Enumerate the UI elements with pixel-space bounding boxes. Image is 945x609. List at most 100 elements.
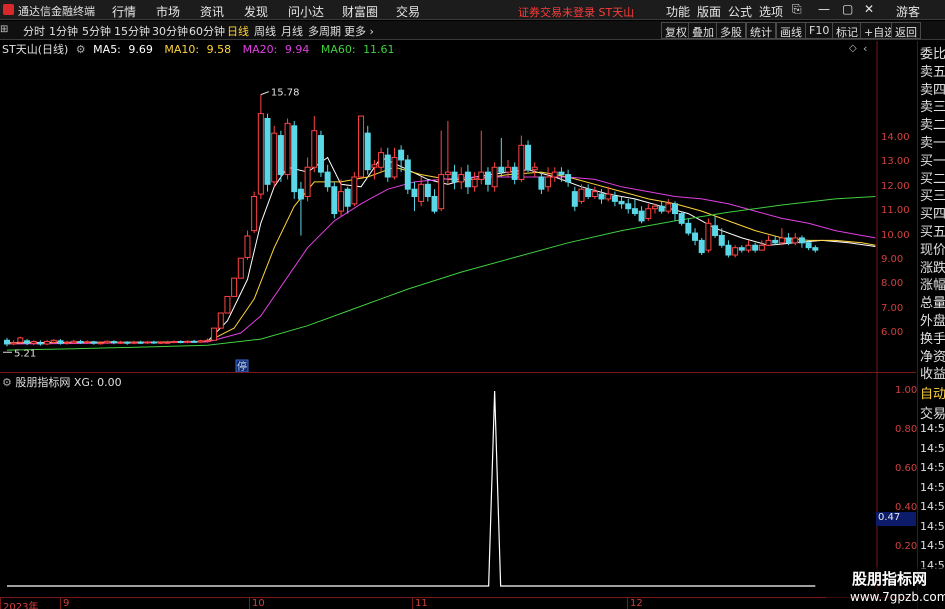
candle-body [77, 341, 84, 344]
candle-body [150, 341, 157, 344]
menu-options[interactable]: 选项 [759, 3, 783, 20]
candle-body [144, 341, 151, 344]
limit-badge-label: 停 [237, 360, 247, 372]
book-row[interactable]: 卖二 [920, 114, 945, 133]
candle-body [798, 237, 805, 244]
sidebar-toggle-icon[interactable]: ⊞ [0, 24, 8, 35]
candle-body [211, 327, 218, 341]
restore-icon[interactable]: ⎘ [792, 2, 802, 17]
candle-body [718, 235, 725, 246]
period-intraday[interactable]: 分时 [23, 23, 45, 39]
mark-button[interactable]: 标记 [832, 22, 862, 39]
close-icon[interactable]: ✕ [864, 2, 874, 16]
overlay-button[interactable]: 叠加 [688, 22, 718, 39]
book-row[interactable]: 换手 [920, 328, 945, 347]
multi-stock-button[interactable]: 多股 [716, 22, 746, 39]
login-alert[interactable]: 证券交易未登录 ST天山 [518, 4, 634, 20]
book-row[interactable]: 涨幅 [920, 274, 945, 293]
period-5min[interactable]: 5分钟 [82, 23, 111, 39]
f10-button[interactable]: F10 [805, 22, 834, 39]
period-more[interactable]: 更多 › [344, 23, 374, 39]
candle-body [271, 132, 278, 183]
indicator-chart[interactable] [0, 373, 916, 597]
candle-body [685, 222, 692, 234]
book-row[interactable]: 收益 [920, 363, 945, 382]
book-row[interactable]: 委比 [920, 43, 945, 62]
book-row[interactable]: 现价 [920, 239, 945, 258]
candle-body [418, 183, 425, 202]
period-daily[interactable]: 日线 [227, 23, 249, 39]
candle-body [484, 171, 491, 185]
book-row[interactable]: 净资 [920, 346, 945, 365]
period-weekly[interactable]: 周线 [254, 23, 276, 39]
menu-layout[interactable]: 版面 [697, 3, 721, 20]
book-row[interactable]: 买一 [920, 150, 945, 169]
candle-body [130, 341, 137, 344]
candle-body [44, 341, 51, 345]
candle-body [692, 232, 699, 241]
maximize-icon[interactable]: ▢ [842, 2, 853, 16]
candle-body [558, 171, 565, 176]
period-15min[interactable]: 15分钟 [114, 23, 150, 39]
book-row[interactable]: 总量 [920, 292, 945, 311]
candle-body [264, 118, 271, 185]
book-row[interactable]: 买五 [920, 221, 945, 240]
back-button[interactable]: 返回 [891, 22, 921, 39]
menu-quotes[interactable]: 行情 [112, 3, 136, 20]
app-logo-icon [3, 4, 14, 15]
adjust-button[interactable]: 复权 [661, 22, 691, 39]
book-row[interactable]: 涨跌 [920, 257, 945, 276]
stats-button[interactable]: 统计 [746, 22, 776, 39]
book-row[interactable]: 买二 [920, 168, 945, 187]
trade-time-row: 14:55 [920, 461, 945, 474]
candle-body [164, 341, 171, 344]
candle-body [391, 157, 398, 178]
candle-body [411, 188, 418, 197]
menu-ask[interactable]: 问小达 [288, 3, 324, 20]
trade-time-row: 自动 [920, 387, 945, 402]
menu-trade[interactable]: 交易 [396, 3, 420, 20]
guest-label[interactable]: 游客 [896, 3, 920, 20]
book-row[interactable]: 买四 [920, 203, 945, 222]
candlestick-chart[interactable]: 15.78 5.21 停 [0, 41, 916, 372]
book-row[interactable]: 卖四 [920, 79, 945, 98]
candle-body [231, 277, 238, 297]
period-multi[interactable]: 多周期 [308, 23, 341, 39]
candle-body [284, 122, 291, 176]
candle-body [538, 176, 545, 190]
period-30min[interactable]: 30分钟 [152, 23, 188, 39]
book-row[interactable]: 卖一 [920, 132, 945, 151]
candle-body [317, 135, 324, 173]
date-tick-mark [60, 598, 61, 609]
menu-function[interactable]: 功能 [666, 3, 690, 20]
candle-body [438, 174, 445, 210]
candle-body [204, 339, 211, 342]
menu-news[interactable]: 资讯 [200, 3, 224, 20]
candle-body [511, 166, 518, 180]
period-1min[interactable]: 1分钟 [49, 23, 78, 39]
candle-body [257, 113, 264, 195]
period-monthly[interactable]: 月线 [281, 23, 303, 39]
book-row[interactable]: 卖三 [920, 96, 945, 115]
candle-body [50, 339, 57, 343]
candle-body [404, 159, 411, 190]
candle-body [471, 178, 478, 188]
book-row[interactable]: 买三 [920, 185, 945, 204]
indicator-tick: 1.00 [895, 385, 918, 396]
book-row[interactable]: 卖五 [920, 61, 945, 80]
candle-body [444, 171, 451, 176]
candle-body [17, 337, 24, 343]
menu-market[interactable]: 市场 [156, 3, 180, 20]
indicator-tick: 0.60 [895, 463, 918, 474]
menu-discover[interactable]: 发现 [244, 3, 268, 20]
draw-button[interactable]: 画线 [776, 22, 806, 39]
candle-body [658, 205, 665, 212]
period-60min[interactable]: 60分钟 [189, 23, 225, 39]
minimize-icon[interactable]: — [818, 2, 830, 16]
menu-formula[interactable]: 公式 [728, 3, 752, 20]
date-tick: 11 [415, 598, 428, 609]
candle-body [705, 222, 712, 251]
menu-wealth[interactable]: 财富圈 [342, 3, 378, 20]
book-row[interactable]: 外盘 [920, 310, 945, 329]
price-tick: 8.00 [881, 278, 904, 290]
